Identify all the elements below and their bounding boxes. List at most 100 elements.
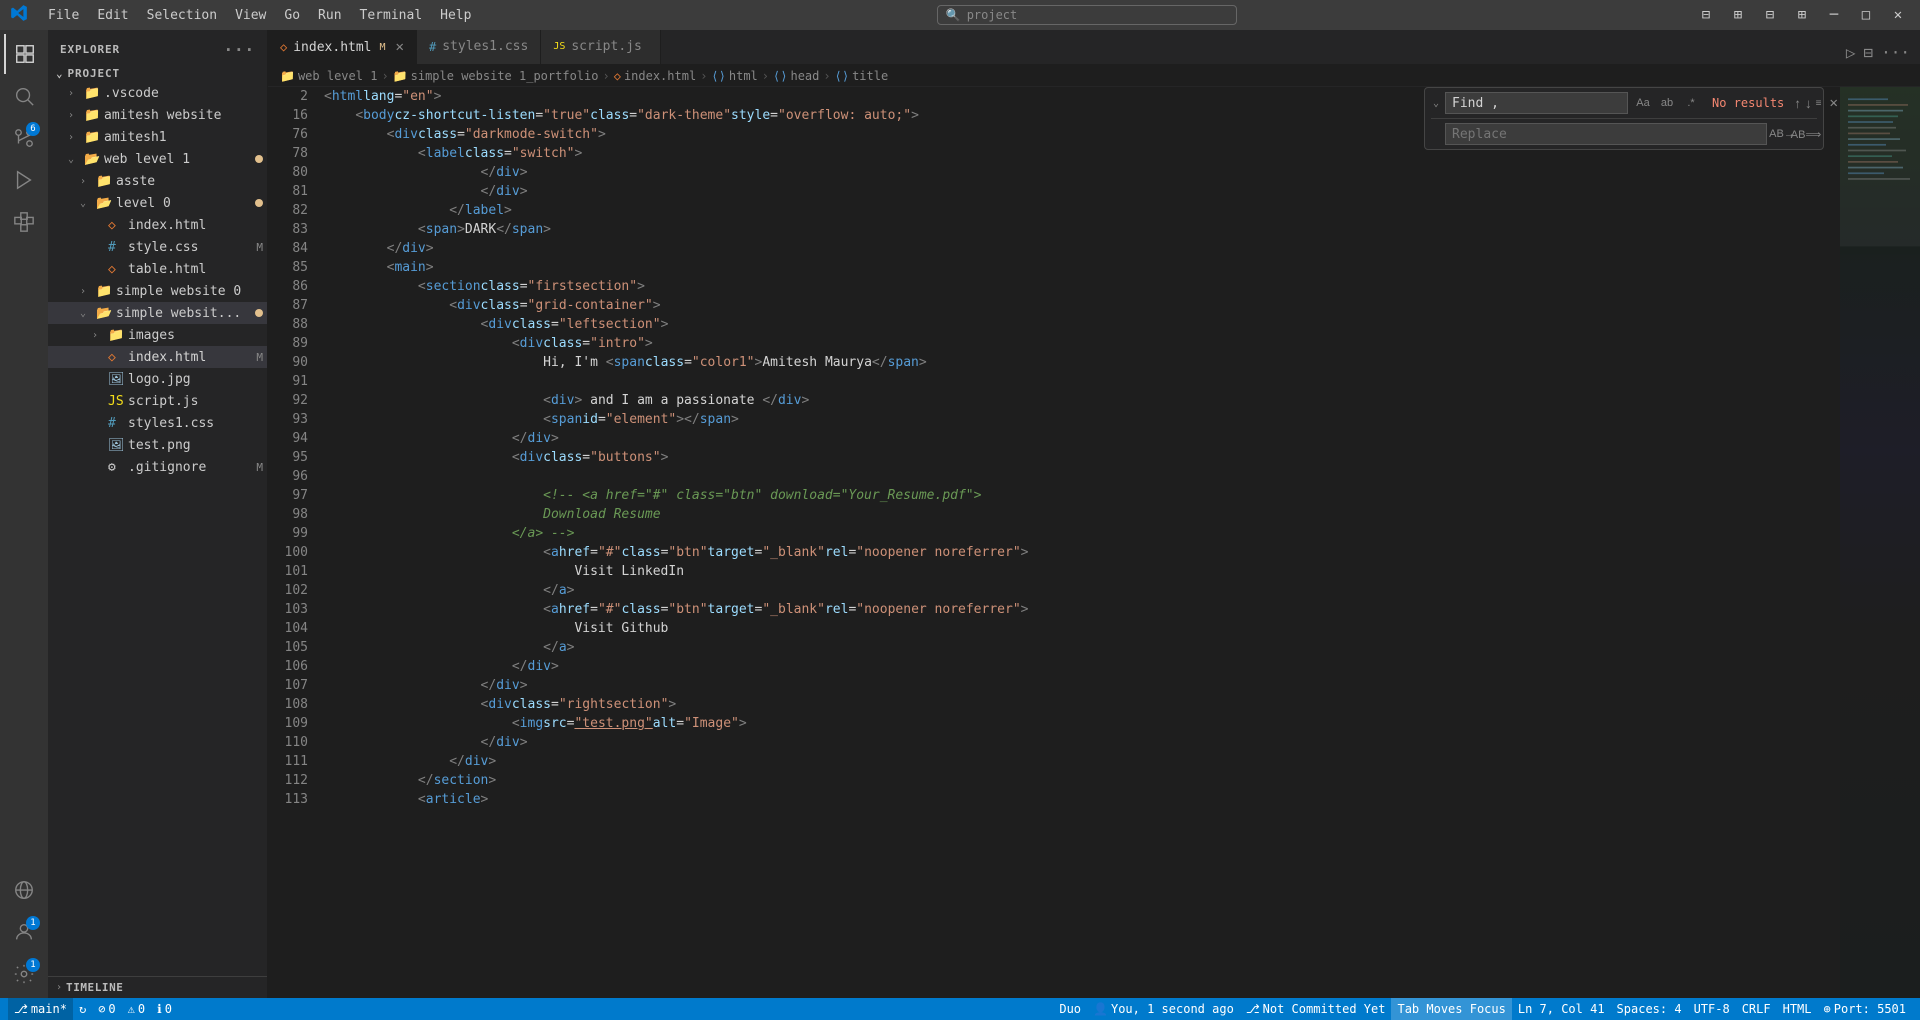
sidebar-toggle-btn[interactable]: ⊟ xyxy=(1694,3,1718,27)
tab-close-btn[interactable]: ✕ xyxy=(396,39,404,55)
tab-styles1-css[interactable]: # styles1.css xyxy=(417,30,541,64)
status-port[interactable]: ⊕ Port: 5501 xyxy=(1818,998,1912,1020)
branch-icon: ⎇ xyxy=(14,1002,28,1016)
tree-item-script-js[interactable]: › JS script.js xyxy=(48,390,267,412)
menu-selection[interactable]: Selection xyxy=(139,6,225,25)
menu-help[interactable]: Help xyxy=(432,6,479,25)
tab-label: styles1.css xyxy=(442,39,528,54)
activity-explorer[interactable] xyxy=(4,34,44,74)
run-btn[interactable]: ▷ xyxy=(1844,41,1858,64)
status-encoding[interactable]: UTF-8 xyxy=(1688,998,1736,1020)
tree-item-style-css[interactable]: › # style.css M xyxy=(48,236,267,258)
layout-btn1[interactable]: ⊞ xyxy=(1726,3,1750,27)
file-label: styles1.css xyxy=(128,416,267,431)
folder-label: simple websit... xyxy=(116,306,255,321)
replace-input[interactable] xyxy=(1445,123,1767,145)
layout-btn3[interactable]: ⊞ xyxy=(1790,3,1814,27)
activity-account[interactable]: 1 xyxy=(4,912,44,952)
tree-item-amitesh-website[interactable]: › 📁 amitesh website xyxy=(48,104,267,126)
sidebar-more-btn[interactable]: ··· xyxy=(223,40,255,59)
breadcrumb-web-level-1[interactable]: 📁 web level 1 xyxy=(280,69,377,83)
tree-item-gitignore[interactable]: › ⚙ .gitignore M xyxy=(48,456,267,478)
code-content[interactable]: <html lang="en"> <body cz-shortcut-liste… xyxy=(316,87,1840,998)
tree-item-simple-website-1[interactable]: ⌄ 📂 simple websit... xyxy=(48,302,267,324)
tree-item-test-png[interactable]: › 🖼 test.png xyxy=(48,434,267,456)
project-chevron[interactable]: ⌄ xyxy=(56,67,64,80)
status-not-committed[interactable]: ⎇ Not Committed Yet xyxy=(1240,998,1392,1020)
replace-all-btn[interactable]: AB⟹ xyxy=(1795,123,1817,145)
find-expand-btn[interactable]: ⌄ xyxy=(1431,96,1441,111)
status-language[interactable]: HTML xyxy=(1777,998,1818,1020)
status-git-info[interactable]: 👤 You, 1 second ago xyxy=(1087,998,1240,1020)
activity-source-control[interactable]: 6 xyxy=(4,118,44,158)
match-word-btn[interactable]: ab xyxy=(1656,92,1678,114)
menu-run[interactable]: Run xyxy=(310,6,349,25)
tree-item-level0[interactable]: ⌄ 📂 level 0 xyxy=(48,192,267,214)
find-prev-btn[interactable]: ↑ xyxy=(1794,92,1801,114)
activity-extensions[interactable] xyxy=(4,202,44,242)
menu-file[interactable]: File xyxy=(40,6,87,25)
find-close-btn[interactable]: ✕ xyxy=(1825,93,1840,113)
minimize-btn[interactable]: ─ xyxy=(1822,3,1846,27)
status-warnings[interactable]: ⚠ 0 xyxy=(122,998,151,1020)
tree-item-styles1-css[interactable]: › # styles1.css xyxy=(48,412,267,434)
status-branch[interactable]: ⎇ main* xyxy=(8,998,73,1020)
find-select-all-btn[interactable]: ≡ xyxy=(1816,92,1822,114)
code-editor[interactable]: ⌄ Aa ab .* No results ↑ ↓ ≡ ✕ xyxy=(268,87,1840,998)
more-actions-btn[interactable]: ··· xyxy=(1879,41,1912,64)
tree-item-index-html-l0[interactable]: › ◇ index.html xyxy=(48,214,267,236)
line-num: 90 xyxy=(268,353,308,372)
menu-terminal[interactable]: Terminal xyxy=(352,6,431,25)
breadcrumb-title[interactable]: ⟨⟩ title xyxy=(835,69,889,83)
status-eol[interactable]: CRLF xyxy=(1736,998,1777,1020)
folder-label: asste xyxy=(116,174,267,189)
menu-edit[interactable]: Edit xyxy=(89,6,136,25)
maximize-btn[interactable]: □ xyxy=(1854,3,1878,27)
menu-go[interactable]: Go xyxy=(276,6,308,25)
activity-search[interactable] xyxy=(4,76,44,116)
tree-item-logo-jpg[interactable]: › 🖼 logo.jpg xyxy=(48,368,267,390)
tree-item-images[interactable]: › 📁 images xyxy=(48,324,267,346)
breadcrumb-index-html[interactable]: ◇ index.html xyxy=(614,69,696,83)
tree-item-amitesh1[interactable]: › 📁 amitesh1 xyxy=(48,126,267,148)
status-spaces[interactable]: Spaces: 4 xyxy=(1611,998,1688,1020)
status-tab-moves[interactable]: Tab Moves Focus xyxy=(1391,998,1511,1020)
line-num: 82 xyxy=(268,201,308,220)
match-case-btn[interactable]: Aa xyxy=(1632,92,1654,114)
tab-label: script.js xyxy=(571,39,641,54)
tab-script-js[interactable]: JS script.js xyxy=(541,30,661,64)
timeline-bar[interactable]: › TIMELINE xyxy=(48,976,267,998)
status-errors[interactable]: ⊘ 0 xyxy=(92,998,121,1020)
split-editor-btn[interactable]: ⊟ xyxy=(1861,41,1875,64)
status-sync[interactable]: ↻ xyxy=(73,998,92,1020)
tree-item-asste[interactable]: › 📁 asste xyxy=(48,170,267,192)
layout-btn2[interactable]: ⊟ xyxy=(1758,3,1782,27)
status-line-col[interactable]: Ln 7, Col 41 xyxy=(1512,998,1611,1020)
tree-item-vscode[interactable]: › 📁 .vscode xyxy=(48,82,267,104)
menu-view[interactable]: View xyxy=(227,6,274,25)
source-control-badge: 6 xyxy=(26,122,40,136)
replace-one-btn[interactable]: AB→ xyxy=(1771,123,1793,145)
status-duo[interactable]: Duo xyxy=(1053,998,1087,1020)
activity-remote[interactable] xyxy=(4,870,44,910)
line-num: 87 xyxy=(268,296,308,315)
tree-item-web-level-1[interactable]: ⌄ 📂 web level 1 xyxy=(48,148,267,170)
activity-run[interactable] xyxy=(4,160,44,200)
close-btn[interactable]: ✕ xyxy=(1886,3,1910,27)
find-next-btn[interactable]: ↓ xyxy=(1805,92,1812,114)
activity-settings[interactable]: 1 xyxy=(4,954,44,994)
code-line: <img src="test.png" alt="Image"> xyxy=(324,714,1840,733)
find-input[interactable] xyxy=(1445,92,1628,114)
use-regex-btn[interactable]: .* xyxy=(1680,92,1702,114)
code-line: <div class="grid-container"> xyxy=(324,296,1840,315)
encoding-text: UTF-8 xyxy=(1694,1002,1730,1016)
title-search[interactable]: 🔍 project xyxy=(937,5,1237,25)
breadcrumb-html[interactable]: ⟨⟩ html xyxy=(711,69,757,83)
tree-item-index-html-main[interactable]: › ◇ index.html M xyxy=(48,346,267,368)
status-info[interactable]: ℹ 0 xyxy=(151,998,178,1020)
tab-index-html[interactable]: ◇ index.html M ✕ xyxy=(268,30,417,64)
tree-item-table-html[interactable]: › ◇ table.html xyxy=(48,258,267,280)
tree-item-simple-website-0[interactable]: › 📁 simple website 0 xyxy=(48,280,267,302)
breadcrumb-portfolio[interactable]: 📁 simple website 1_portfolio xyxy=(393,69,599,83)
breadcrumb-head[interactable]: ⟨⟩ head xyxy=(773,69,819,83)
